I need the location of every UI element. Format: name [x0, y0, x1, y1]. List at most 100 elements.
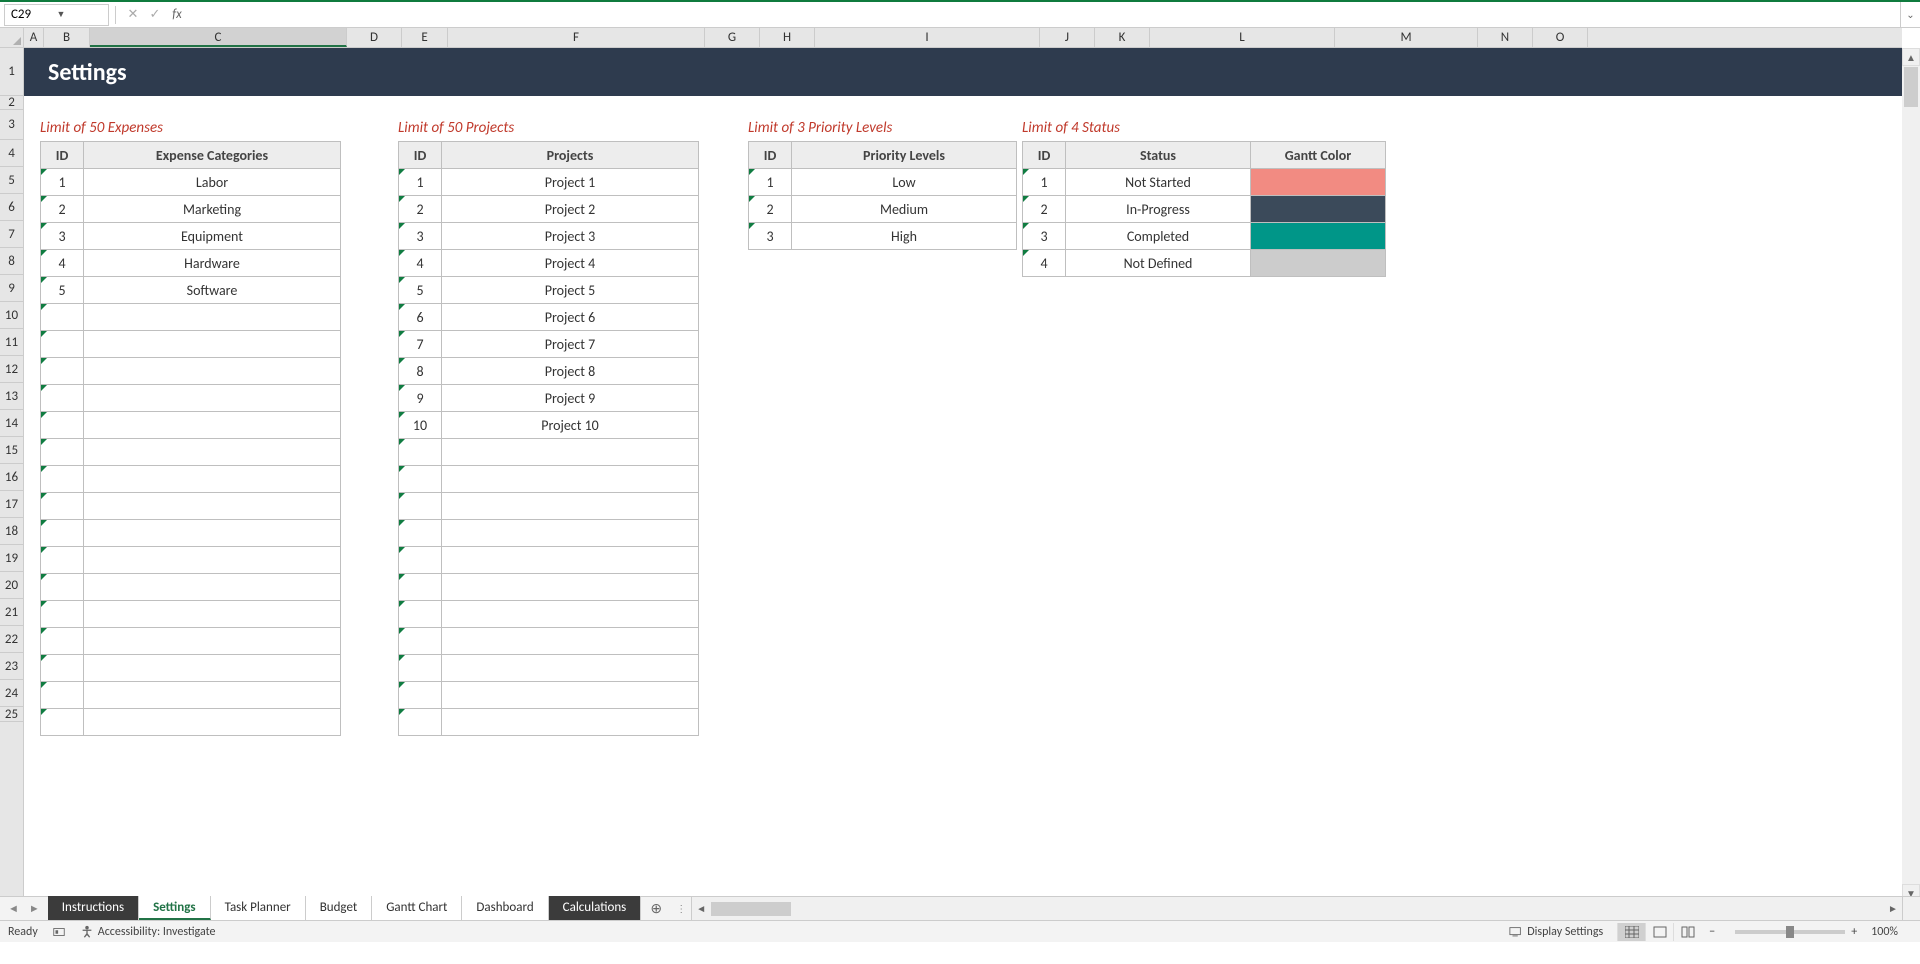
- table-row[interactable]: 4Project 4: [399, 250, 699, 277]
- cell-value[interactable]: [442, 520, 699, 547]
- zoom-slider[interactable]: [1735, 930, 1845, 934]
- cell-value[interactable]: Project 4: [442, 250, 699, 277]
- table-row[interactable]: [41, 493, 341, 520]
- cell-id[interactable]: 2: [41, 196, 84, 223]
- column-header-M[interactable]: M: [1335, 28, 1478, 47]
- row-header-14[interactable]: 14: [0, 410, 23, 437]
- accessibility-status[interactable]: Accessibility: Investigate: [80, 925, 216, 939]
- column-header-O[interactable]: O: [1533, 28, 1588, 47]
- expand-formula-bar-icon[interactable]: ⌄: [1900, 2, 1920, 27]
- table-row[interactable]: [399, 628, 699, 655]
- cell-value[interactable]: Hardware: [84, 250, 341, 277]
- cell-id[interactable]: [41, 547, 84, 574]
- cell-id[interactable]: 1: [399, 169, 442, 196]
- cell-value[interactable]: Project 3: [442, 223, 699, 250]
- cell-value[interactable]: [442, 709, 699, 736]
- cell-id[interactable]: 6: [399, 304, 442, 331]
- cell-value[interactable]: Project 7: [442, 331, 699, 358]
- table-row[interactable]: [41, 628, 341, 655]
- table-row[interactable]: [41, 385, 341, 412]
- cell-id[interactable]: [41, 412, 84, 439]
- zoom-level[interactable]: 100%: [1871, 925, 1898, 939]
- row-header-5[interactable]: 5: [0, 167, 23, 194]
- cell-value[interactable]: Labor: [84, 169, 341, 196]
- cell-value[interactable]: Project 10: [442, 412, 699, 439]
- cell-id[interactable]: 1: [41, 169, 84, 196]
- formula-input[interactable]: [188, 4, 1900, 26]
- fx-icon[interactable]: fx: [166, 7, 188, 22]
- table-row[interactable]: [41, 466, 341, 493]
- column-header-I[interactable]: I: [815, 28, 1040, 47]
- table-row[interactable]: [41, 520, 341, 547]
- cell-id[interactable]: [399, 709, 442, 736]
- column-header-D[interactable]: D: [347, 28, 402, 47]
- cell-id[interactable]: 1: [749, 169, 792, 196]
- select-all-cells[interactable]: [0, 28, 24, 48]
- page-layout-view-button[interactable]: [1645, 923, 1673, 941]
- table-row[interactable]: 4Not Defined: [1023, 250, 1386, 277]
- table-row[interactable]: 6Project 6: [399, 304, 699, 331]
- cell-value[interactable]: [442, 466, 699, 493]
- row-header-3[interactable]: 3: [0, 110, 23, 140]
- sheet-tab-task-planner[interactable]: Task Planner: [211, 896, 306, 920]
- table-row[interactable]: [399, 439, 699, 466]
- row-header-9[interactable]: 9: [0, 275, 23, 302]
- chevron-down-icon[interactable]: ▼: [57, 9, 103, 20]
- page-break-view-button[interactable]: [1673, 923, 1701, 941]
- column-header-J[interactable]: J: [1040, 28, 1095, 47]
- name-box[interactable]: C29 ▼: [4, 4, 109, 26]
- table-row[interactable]: [399, 547, 699, 574]
- row-header-6[interactable]: 6: [0, 194, 23, 221]
- table-row[interactable]: 1Low: [749, 169, 1017, 196]
- table-row[interactable]: [399, 601, 699, 628]
- cell-id[interactable]: 1: [1023, 169, 1066, 196]
- cell-value[interactable]: Project 8: [442, 358, 699, 385]
- cell-value[interactable]: Not Started: [1066, 169, 1251, 196]
- table-row[interactable]: 4Hardware: [41, 250, 341, 277]
- table-row[interactable]: 7Project 7: [399, 331, 699, 358]
- row-header-17[interactable]: 17: [0, 491, 23, 518]
- cell-id[interactable]: [399, 547, 442, 574]
- cell-value[interactable]: [442, 574, 699, 601]
- column-header-H[interactable]: H: [760, 28, 815, 47]
- cell-id[interactable]: 8: [399, 358, 442, 385]
- cell-value[interactable]: [84, 520, 341, 547]
- cell-id[interactable]: 3: [749, 223, 792, 250]
- cell-value[interactable]: [442, 493, 699, 520]
- cell-id[interactable]: 5: [41, 277, 84, 304]
- cell-id[interactable]: [41, 520, 84, 547]
- cell-value[interactable]: Project 5: [442, 277, 699, 304]
- table-row[interactable]: [41, 574, 341, 601]
- gantt-color-swatch[interactable]: [1251, 223, 1386, 250]
- table-row[interactable]: [41, 331, 341, 358]
- table-row[interactable]: [41, 304, 341, 331]
- cell-value[interactable]: Marketing: [84, 196, 341, 223]
- cell-value[interactable]: Project 6: [442, 304, 699, 331]
- cell-id[interactable]: 10: [399, 412, 442, 439]
- sheet-tab-calculations[interactable]: Calculations: [549, 896, 642, 920]
- row-header-13[interactable]: 13: [0, 383, 23, 410]
- macro-record-icon[interactable]: [52, 925, 66, 939]
- row-header-20[interactable]: 20: [0, 572, 23, 599]
- tab-prev-icon[interactable]: ◄: [8, 902, 19, 915]
- cell-value[interactable]: [442, 628, 699, 655]
- cell-id[interactable]: 2: [399, 196, 442, 223]
- table-row[interactable]: 2Medium: [749, 196, 1017, 223]
- table-row[interactable]: [41, 601, 341, 628]
- cell-value[interactable]: [442, 601, 699, 628]
- cell-value[interactable]: [84, 412, 341, 439]
- cell-id[interactable]: [41, 358, 84, 385]
- hscroll-thumb[interactable]: [711, 902, 791, 916]
- cell-id[interactable]: [41, 331, 84, 358]
- table-row[interactable]: [41, 682, 341, 709]
- zoom-in-button[interactable]: +: [1851, 925, 1857, 939]
- cell-value[interactable]: Project 1: [442, 169, 699, 196]
- cell-id[interactable]: 7: [399, 331, 442, 358]
- cell-value[interactable]: Project 9: [442, 385, 699, 412]
- cell-value[interactable]: [84, 385, 341, 412]
- cell-value[interactable]: Low: [792, 169, 1017, 196]
- column-header-K[interactable]: K: [1095, 28, 1150, 47]
- cell-id[interactable]: [41, 304, 84, 331]
- cell-id[interactable]: [399, 520, 442, 547]
- gantt-color-swatch[interactable]: [1251, 169, 1386, 196]
